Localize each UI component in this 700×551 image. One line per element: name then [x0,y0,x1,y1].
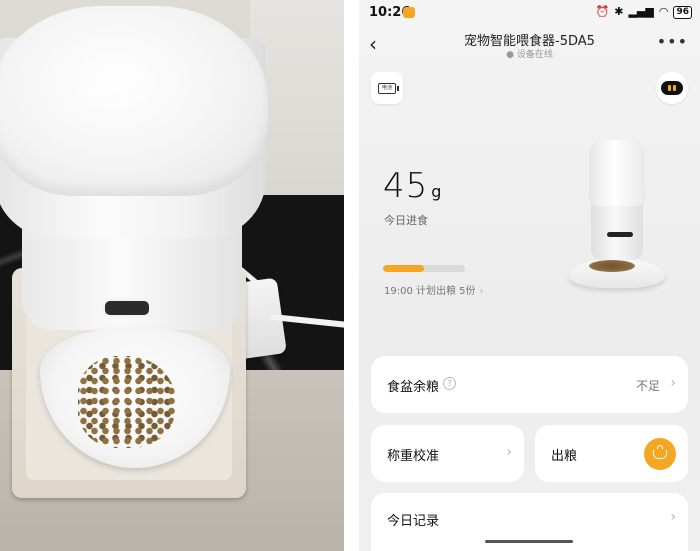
food-bowl-icon [653,444,667,459]
alarm-icon: ⏰ [595,5,610,18]
food-amount: 45 g [383,166,441,206]
food-amount-value: 45 [383,166,429,206]
online-dot-icon: ● [506,50,517,60]
dispense-button[interactable] [644,438,676,470]
more-horizontal-icon[interactable]: ••• [657,32,688,51]
chevron-right-icon: › [506,444,512,460]
feeding-plan-link[interactable]: 19:00 计划出粮 5份 › [384,282,484,297]
nav-bar: ‹ 宠物智能喂食器-5DA5 ● 设备在线 ••• [359,26,700,66]
battery-button[interactable]: 电池 [371,72,403,104]
bowl-remaining-label: 食盆余粮 [387,380,440,395]
weight-calibration-card[interactable]: 称重校准 › [371,425,524,482]
feeder-device-image [567,140,667,300]
status-icons: ⏰ ✱ ▂▄▆ ◠ 96 [596,5,692,19]
chevron-right-icon: › [479,286,484,297]
dispense-label: 出粮 [551,449,578,464]
bluetooth-icon: ✱ [614,5,624,18]
help-icon[interactable]: ? [443,377,456,390]
battery-level: 96 [673,5,692,19]
pet-face-icon [661,81,683,95]
bowl-remaining-card[interactable]: 食盆余粮 ? 不足 › [371,356,688,413]
photo-feeder-display [103,299,151,317]
device-status-text: 设备在线 [516,50,553,60]
feeding-progress-fill [383,265,424,272]
battery-icon-text: 电池 [381,84,392,91]
home-indicator [485,540,573,543]
today-record-label: 今日记录 [387,514,440,529]
weight-calibration-label: 称重校准 [387,449,440,464]
signal-icon: ▂▄▆ [628,5,654,18]
feeding-progress-bar [383,265,465,272]
device-lid [589,140,645,206]
food-amount-label: 今日进食 [384,214,428,227]
dispense-card[interactable]: 出粮 [535,425,688,482]
device-status: ● 设备在线 [359,47,700,60]
photo-kibble [78,356,176,448]
wifi-icon: ◠ [658,5,669,18]
chevron-right-icon: › [670,375,676,391]
food-amount-unit: g [431,182,442,201]
pet-profile-button[interactable] [656,72,688,104]
battery-icon: 电池 [378,82,399,94]
chevron-right-icon: › [670,509,676,525]
device-food [589,260,635,272]
feeding-plan-text: 19:00 计划出粮 5份 [384,286,476,297]
photo-feeder-lid [0,6,268,196]
bowl-remaining-value: 不足 [635,379,660,393]
feeder-photo [0,0,344,551]
app-screen: 10:26 ⏰ ✱ ▂▄▆ ◠ 96 ‹ 宠物智能喂食器-5DA5 ● 设备在线… [359,0,700,551]
device-display [607,232,633,237]
device-body [591,200,643,260]
notification-icon [403,7,415,18]
status-bar: 10:26 ⏰ ✱ ▂▄▆ ◠ 96 [359,0,700,26]
